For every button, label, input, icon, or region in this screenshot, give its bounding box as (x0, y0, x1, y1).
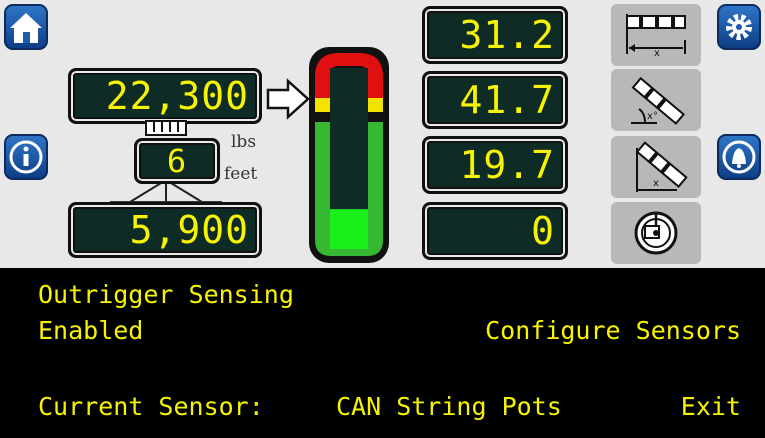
right-readout-4-value: 0 (531, 209, 555, 253)
info-button[interactable] (4, 134, 48, 180)
angle-mode-button[interactable]: x° (611, 69, 701, 131)
svg-text:x: x (653, 178, 659, 189)
load-gauge (309, 47, 389, 263)
right-readout-3-value: 19.7 (459, 143, 555, 187)
slew-mode-button[interactable] (611, 202, 701, 264)
outrigger-status-option[interactable]: Enabled (38, 316, 143, 345)
alarm-button[interactable] (717, 134, 761, 180)
current-sensor-option[interactable]: CAN String Pots (336, 392, 562, 421)
right-readout-1-value: 31.2 (459, 13, 555, 57)
radius-mode-button[interactable]: x (611, 136, 701, 198)
capacity-readout: 5,900 (68, 202, 262, 258)
right-readout-1: 31.2 (422, 6, 568, 64)
load-unit-label: lbs (231, 132, 257, 152)
exit-option[interactable]: Exit (681, 392, 741, 421)
boom-length-readout: 6 (134, 138, 220, 184)
capacity-value: 5,900 (129, 208, 249, 252)
length-unit-label: feet (224, 164, 258, 184)
angle-icon: x° (631, 76, 686, 125)
status-display: 22,300 6 lbs feet 5,900 31.2 41.7 19.7 0… (0, 0, 765, 268)
right-readout-2: 41.7 (422, 71, 568, 129)
slew-icon (634, 211, 678, 255)
right-readout-3: 19.7 (422, 136, 568, 194)
settings-button[interactable] (717, 4, 761, 50)
configure-sensors-option[interactable]: Configure Sensors (485, 316, 741, 345)
info-icon (9, 140, 43, 174)
boom-length-value: 6 (166, 142, 188, 180)
current-sensor-label: Current Sensor: (38, 392, 264, 421)
gauge-fill (330, 209, 368, 249)
home-button[interactable] (4, 4, 48, 50)
load-readout: 22,300 (68, 68, 262, 124)
right-readout-2-value: 41.7 (459, 78, 555, 122)
menu-title: Outrigger Sensing (38, 280, 294, 309)
home-icon (10, 13, 42, 43)
right-readout-4: 0 (422, 202, 568, 260)
length-mode-button[interactable]: x (611, 4, 701, 66)
load-value: 22,300 (105, 74, 249, 118)
gear-icon (726, 14, 752, 40)
bell-icon (722, 140, 756, 174)
outrigger-menu: Outrigger Sensing Enabled Configure Sens… (0, 268, 765, 438)
svg-text:x: x (654, 48, 660, 59)
length-icon: x (626, 14, 686, 59)
radius-icon: x (635, 141, 688, 192)
svg-text:x°: x° (647, 111, 658, 122)
